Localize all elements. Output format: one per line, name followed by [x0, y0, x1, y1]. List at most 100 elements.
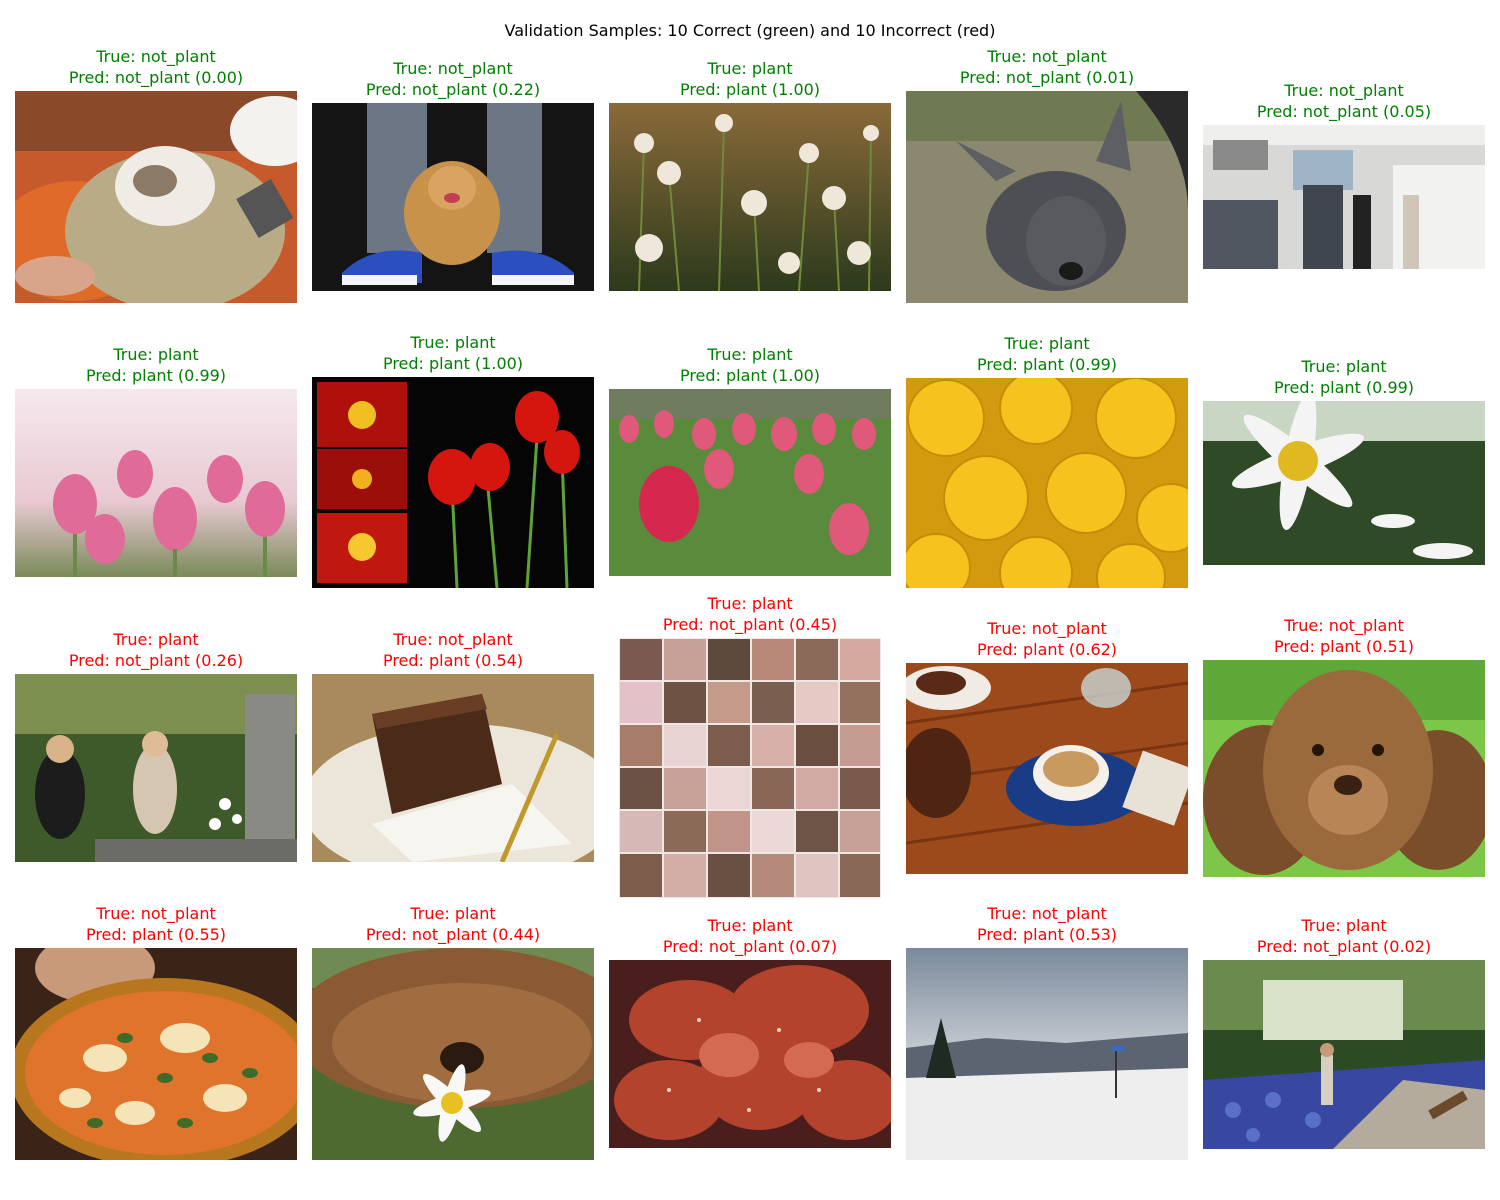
true-label: True: plant	[410, 904, 496, 923]
true-label: True: plant	[113, 630, 199, 649]
true-label: True: plant	[707, 916, 793, 935]
sample-title: True: not_plant Pred: not_plant (0.22)	[312, 58, 594, 100]
pred-label: Pred: plant (0.99)	[976, 355, 1118, 374]
sample-9: True: plant Pred: plant (0.99)	[906, 333, 1188, 588]
true-label: True: plant	[1004, 334, 1090, 353]
pred-label: Pred: plant (0.55)	[85, 925, 227, 944]
sample-title: True: plant Pred: not_plant (0.44)	[312, 903, 594, 945]
sample-image	[312, 948, 594, 1160]
sample-image	[1203, 125, 1485, 269]
sample-title: True: not_plant Pred: plant (0.62)	[906, 618, 1188, 660]
true-label: True: plant	[113, 345, 199, 364]
true-label: True: plant	[707, 345, 793, 364]
sample-title: True: plant Pred: plant (1.00)	[609, 344, 891, 386]
sample-title: True: not_plant Pred: plant (0.53)	[906, 903, 1188, 945]
sample-15: True: not_plant Pred: plant (0.51)	[1203, 615, 1485, 877]
pred-label: Pred: not_plant (0.02)	[1256, 937, 1432, 956]
sample-3: True: plant Pred: plant (1.00)	[609, 58, 891, 291]
pred-label: Pred: plant (0.62)	[976, 640, 1118, 659]
sample-image	[906, 91, 1188, 303]
sample-7: True: plant Pred: plant (1.00)	[312, 332, 594, 588]
true-label: True: not_plant	[96, 47, 216, 66]
true-label: True: not_plant	[1284, 616, 1404, 635]
sample-19: True: not_plant Pred: plant (0.53)	[906, 903, 1188, 1160]
sample-image	[1203, 401, 1485, 565]
sample-image	[1203, 660, 1485, 877]
true-label: True: plant	[707, 59, 793, 78]
pred-label: Pred: plant (0.54)	[382, 651, 524, 670]
sample-image	[312, 103, 594, 291]
true-label: True: not_plant	[96, 904, 216, 923]
sample-title: True: plant Pred: plant (1.00)	[609, 58, 891, 100]
sample-8: True: plant Pred: plant (1.00)	[609, 344, 891, 576]
true-label: True: not_plant	[987, 47, 1107, 66]
sample-image	[609, 103, 891, 291]
sample-image	[906, 948, 1188, 1160]
pred-label: Pred: plant (0.53)	[976, 925, 1118, 944]
pred-label: Pred: plant (0.99)	[85, 366, 227, 385]
pred-label: Pred: not_plant (0.45)	[662, 615, 838, 634]
true-label: True: plant	[1301, 357, 1387, 376]
true-label: True: plant	[410, 333, 496, 352]
sample-16: True: not_plant Pred: plant (0.55)	[15, 903, 297, 1160]
true-label: True: plant	[707, 594, 793, 613]
sample-title: True: plant Pred: not_plant (0.02)	[1203, 915, 1485, 957]
sample-image	[312, 377, 594, 588]
sample-title: True: not_plant Pred: plant (0.54)	[312, 629, 594, 671]
pred-label: Pred: not_plant (0.07)	[662, 937, 838, 956]
sample-14: True: not_plant Pred: plant (0.62)	[906, 618, 1188, 874]
sample-title: True: not_plant Pred: plant (0.55)	[15, 903, 297, 945]
sample-11: True: plant Pred: not_plant (0.26)	[15, 629, 297, 862]
sample-image	[15, 674, 297, 862]
sample-13: True: plant Pred: not_plant (0.45)	[609, 593, 891, 898]
sample-6: True: plant Pred: plant (0.99)	[15, 344, 297, 577]
sample-image	[906, 663, 1188, 874]
true-label: True: not_plant	[393, 630, 513, 649]
sample-image	[15, 91, 297, 303]
sample-17: True: plant Pred: not_plant (0.44)	[312, 903, 594, 1160]
sample-title: True: plant Pred: not_plant (0.45)	[609, 593, 891, 635]
sample-title: True: not_plant Pred: not_plant (0.01)	[906, 46, 1188, 88]
true-label: True: not_plant	[1284, 81, 1404, 100]
sample-1: True: not_plant Pred: not_plant (0.00)	[15, 46, 297, 303]
sample-image	[609, 960, 891, 1148]
sample-5: True: not_plant Pred: not_plant (0.05)	[1203, 80, 1485, 269]
sample-image	[1203, 960, 1485, 1149]
true-label: True: not_plant	[987, 904, 1107, 923]
pred-label: Pred: not_plant (0.44)	[365, 925, 541, 944]
sample-18: True: plant Pred: not_plant (0.07)	[609, 915, 891, 1148]
true-label: True: not_plant	[393, 59, 513, 78]
sample-title: True: plant Pred: plant (0.99)	[906, 333, 1188, 375]
sample-title: True: not_plant Pred: not_plant (0.05)	[1203, 80, 1485, 122]
sample-title: True: not_plant Pred: not_plant (0.00)	[15, 46, 297, 88]
sample-image	[15, 389, 297, 577]
sample-title: True: plant Pred: not_plant (0.26)	[15, 629, 297, 671]
pred-label: Pred: plant (1.00)	[679, 366, 821, 385]
sample-title: True: plant Pred: plant (0.99)	[1203, 356, 1485, 398]
sample-4: True: not_plant Pred: not_plant (0.01)	[906, 46, 1188, 303]
pred-label: Pred: plant (0.99)	[1273, 378, 1415, 397]
pred-label: Pred: plant (0.51)	[1273, 637, 1415, 656]
pred-label: Pred: not_plant (0.22)	[365, 80, 541, 99]
sample-2: True: not_plant Pred: not_plant (0.22)	[312, 58, 594, 291]
sample-10: True: plant Pred: plant (0.99)	[1203, 356, 1485, 565]
pred-label: Pred: not_plant (0.26)	[68, 651, 244, 670]
true-label: True: plant	[1301, 916, 1387, 935]
sample-title: True: not_plant Pred: plant (0.51)	[1203, 615, 1485, 657]
figure-title: Validation Samples: 10 Correct (green) a…	[504, 21, 996, 40]
sample-title: True: plant Pred: not_plant (0.07)	[609, 915, 891, 957]
sample-image	[15, 948, 297, 1160]
sample-title: True: plant Pred: plant (1.00)	[312, 332, 594, 374]
pred-label: Pred: plant (1.00)	[382, 354, 524, 373]
sample-image	[906, 378, 1188, 588]
true-label: True: not_plant	[987, 619, 1107, 638]
pred-label: Pred: plant (1.00)	[679, 80, 821, 99]
pred-label: Pred: not_plant (0.00)	[68, 68, 244, 87]
sample-image	[609, 389, 891, 576]
pred-label: Pred: not_plant (0.01)	[959, 68, 1135, 87]
sample-20: True: plant Pred: not_plant (0.02)	[1203, 915, 1485, 1149]
pred-label: Pred: not_plant (0.05)	[1256, 102, 1432, 121]
sample-image	[312, 674, 594, 862]
sample-12: True: not_plant Pred: plant (0.54)	[312, 629, 594, 862]
sample-image	[619, 638, 881, 898]
